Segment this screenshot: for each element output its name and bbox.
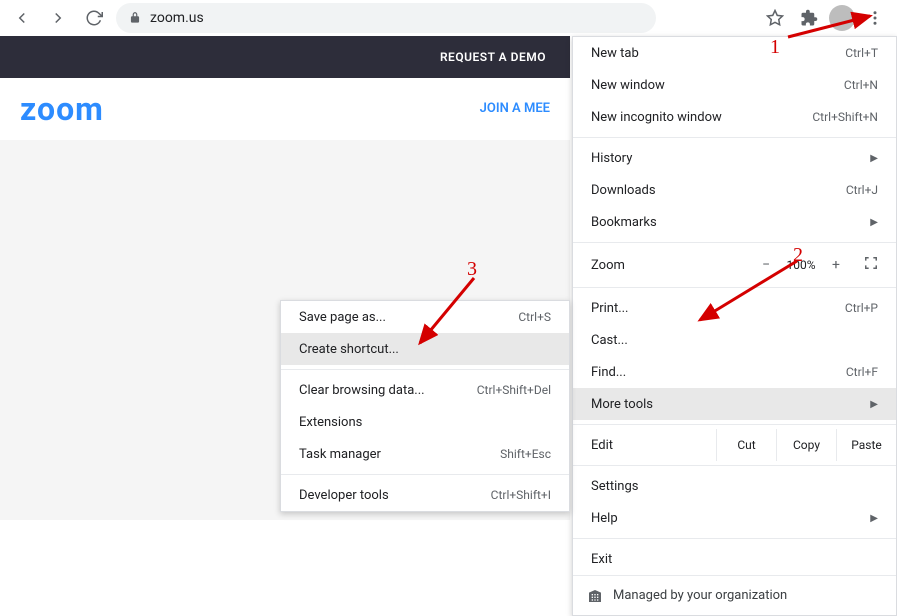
menu-bookmarks[interactable]: Bookmarks▶ <box>573 206 896 238</box>
menu-separator <box>573 465 896 466</box>
address-bar[interactable]: zoom.us <box>116 3 656 33</box>
zoom-in-button[interactable]: + <box>832 257 840 273</box>
copy-button[interactable]: Copy <box>776 429 836 461</box>
edit-label: Edit <box>573 429 716 461</box>
zoom-logo: zoom <box>20 90 104 128</box>
join-meeting-link[interactable]: JOIN A MEE <box>480 101 550 116</box>
back-button[interactable] <box>8 4 36 32</box>
menu-separator <box>281 474 569 475</box>
menu-edit-row: Edit Cut Copy Paste <box>573 429 896 461</box>
chevron-right-icon: ▶ <box>870 513 878 524</box>
menu-separator <box>573 242 896 243</box>
page-header-white: zoom JOIN A MEE <box>0 78 570 140</box>
submenu-clear-data[interactable]: Clear browsing data...Ctrl+Shift+Del <box>281 374 569 406</box>
chevron-right-icon: ▶ <box>870 399 878 410</box>
menu-more-tools[interactable]: More tools▶ <box>573 388 896 420</box>
arrow-3 <box>412 275 482 350</box>
annotation-1: 1 <box>770 36 780 59</box>
reload-button[interactable] <box>80 4 108 32</box>
menu-cast[interactable]: Cast... <box>573 324 896 356</box>
paste-button[interactable]: Paste <box>836 429 896 461</box>
menu-settings[interactable]: Settings <box>573 470 896 502</box>
url-text: zoom.us <box>150 10 204 26</box>
browser-toolbar: zoom.us <box>0 0 897 36</box>
menu-help[interactable]: Help▶ <box>573 502 896 534</box>
menu-downloads[interactable]: DownloadsCtrl+J <box>573 174 896 206</box>
chevron-right-icon: ▶ <box>870 217 878 228</box>
submenu-extensions[interactable]: Extensions <box>281 406 569 438</box>
menu-separator <box>281 369 569 370</box>
menu-separator <box>573 538 896 539</box>
request-demo-link[interactable]: REQUEST A DEMO <box>440 50 546 64</box>
menu-new-tab[interactable]: New tabCtrl+T <box>573 37 896 69</box>
building-icon <box>587 588 603 604</box>
chevron-right-icon: ▶ <box>870 153 878 164</box>
menu-new-window[interactable]: New windowCtrl+N <box>573 69 896 101</box>
arrow-1 <box>785 10 880 40</box>
arrow-2 <box>692 258 802 328</box>
managed-by-org[interactable]: Managed by your organization <box>573 575 896 615</box>
menu-new-incognito[interactable]: New incognito windowCtrl+Shift+N <box>573 101 896 133</box>
fullscreen-button[interactable] <box>864 256 878 274</box>
menu-history[interactable]: History▶ <box>573 142 896 174</box>
lock-icon <box>128 11 142 25</box>
managed-label: Managed by your organization <box>613 588 787 603</box>
menu-find[interactable]: Find...Ctrl+F <box>573 356 896 388</box>
cut-button[interactable]: Cut <box>716 429 776 461</box>
menu-separator <box>573 424 896 425</box>
menu-separator <box>573 137 896 138</box>
page-header-dark: REQUEST A DEMO <box>0 36 570 78</box>
submenu-dev-tools[interactable]: Developer toolsCtrl+Shift+I <box>281 479 569 511</box>
submenu-task-manager[interactable]: Task managerShift+Esc <box>281 438 569 470</box>
forward-button[interactable] <box>44 4 72 32</box>
menu-exit[interactable]: Exit <box>573 543 896 575</box>
